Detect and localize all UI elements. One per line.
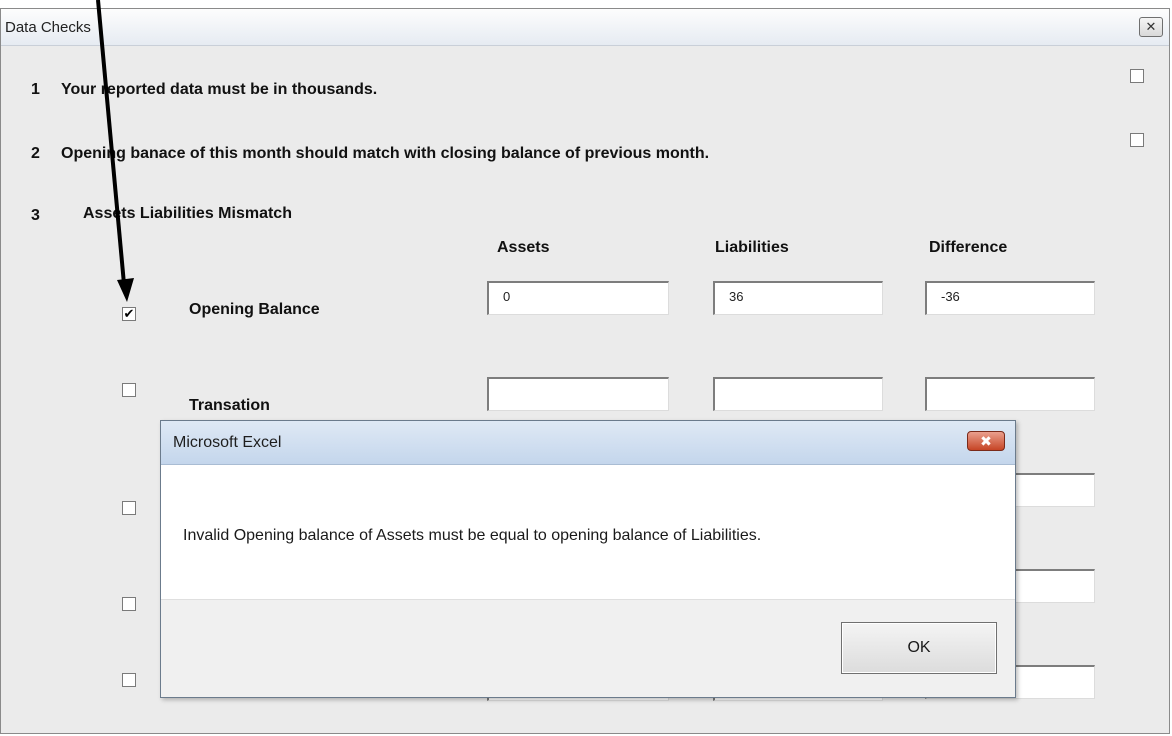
arrow-annotation (96, 0, 134, 302)
arrow-shaft (96, 0, 126, 285)
arrow-head (117, 278, 134, 302)
